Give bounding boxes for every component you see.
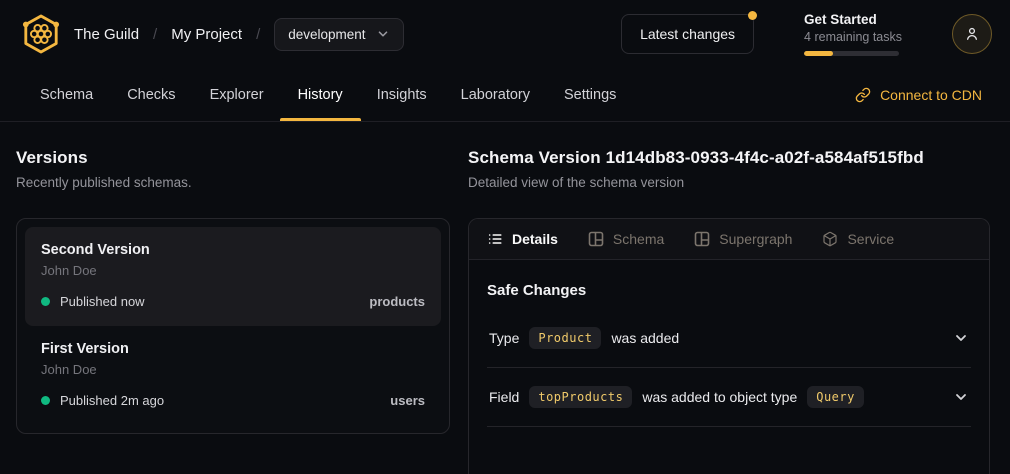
tab-laboratory[interactable]: Laboratory: [461, 68, 530, 121]
version-meta-row: Published now products: [41, 294, 425, 309]
change-code: topProducts: [529, 386, 632, 408]
tab-schema-view[interactable]: Schema: [588, 231, 664, 247]
tab-supergraph[interactable]: Supergraph: [694, 231, 792, 247]
version-published: Published 2m ago: [41, 393, 164, 408]
detail-subtitle: Detailed view of the schema version: [468, 175, 990, 190]
get-started-progress-fill: [804, 51, 833, 56]
change-text: was added to object type: [642, 389, 797, 405]
tab-service[interactable]: Service: [822, 231, 894, 247]
breadcrumb: The Guild / My Project / development: [74, 18, 404, 51]
version-author: John Doe: [41, 263, 425, 278]
notification-dot: [748, 11, 757, 20]
guild-logo-icon[interactable]: [22, 13, 60, 55]
brand: The Guild / My Project / development: [22, 13, 404, 55]
user-icon: [963, 25, 981, 43]
tab-settings[interactable]: Settings: [564, 68, 616, 121]
tab-history[interactable]: History: [298, 68, 343, 121]
service-name: products: [369, 294, 425, 309]
breadcrumb-separator: /: [153, 26, 157, 43]
detail-tabs: Details Schema: [469, 219, 989, 260]
version-list-item[interactable]: Second Version John Doe Published now pr…: [25, 227, 441, 326]
target-selector-value: development: [288, 27, 365, 42]
tab-schema[interactable]: Schema: [40, 68, 93, 121]
app-header: The Guild / My Project / development Lat…: [0, 0, 1010, 68]
version-detail-panel: Schema Version 1d14db83-0933-4f4c-a02f-a…: [468, 148, 990, 474]
nav-tabs: Schema Checks Explorer History Insights …: [40, 68, 616, 121]
main-content: Versions Recently published schemas. Sec…: [0, 122, 1010, 474]
version-published: Published now: [41, 294, 145, 309]
versions-subtitle: Recently published schemas.: [16, 175, 450, 190]
version-author: John Doe: [41, 362, 425, 377]
chevron-down-icon[interactable]: [953, 330, 969, 346]
published-status-dot: [41, 396, 50, 405]
header-right: Latest changes Get Started 4 remaining t…: [621, 12, 992, 56]
published-label: Published 2m ago: [60, 393, 164, 408]
change-row[interactable]: Type Product was added: [487, 309, 971, 368]
chevron-down-icon[interactable]: [953, 389, 969, 405]
published-status-dot: [41, 297, 50, 306]
list-icon: [487, 231, 503, 247]
connect-to-cdn-link[interactable]: Connect to CDN: [855, 87, 982, 103]
breadcrumb-project[interactable]: My Project: [171, 26, 242, 43]
get-started-widget[interactable]: Get Started 4 remaining tasks: [804, 12, 902, 56]
cube-icon: [822, 231, 838, 247]
columns-icon: [694, 231, 710, 247]
version-name: Second Version: [41, 242, 425, 258]
versions-list: Second Version John Doe Published now pr…: [16, 218, 450, 434]
get-started-subtitle: 4 remaining tasks: [804, 30, 902, 44]
tab-details[interactable]: Details: [487, 231, 558, 247]
version-name: First Version: [41, 341, 425, 357]
get-started-progressbar: [804, 51, 899, 56]
user-avatar[interactable]: [952, 14, 992, 54]
versions-title: Versions: [16, 148, 450, 168]
connect-to-cdn-label: Connect to CDN: [880, 87, 982, 103]
tab-details-label: Details: [512, 231, 558, 247]
latest-changes-label: Latest changes: [640, 26, 735, 42]
project-nav: Schema Checks Explorer History Insights …: [0, 68, 1010, 122]
target-selector[interactable]: development: [274, 18, 403, 51]
breadcrumb-separator: /: [256, 26, 260, 43]
change-text: was added: [611, 330, 679, 346]
chevron-down-icon: [376, 27, 390, 41]
change-text: Type: [489, 330, 519, 346]
version-meta-row: Published 2m ago users: [41, 393, 425, 408]
safe-changes-title: Safe Changes: [487, 282, 971, 299]
tab-checks[interactable]: Checks: [127, 68, 175, 121]
link-icon: [855, 87, 871, 103]
versions-panel: Versions Recently published schemas. Sec…: [16, 148, 450, 474]
version-list-item[interactable]: First Version John Doe Published 2m ago …: [25, 326, 441, 425]
service-name: users: [390, 393, 425, 408]
columns-icon: [588, 231, 604, 247]
tab-supergraph-label: Supergraph: [719, 231, 792, 247]
detail-content: Safe Changes Type Product was added Fiel…: [469, 260, 989, 427]
get-started-title: Get Started: [804, 12, 902, 27]
change-row[interactable]: Field topProducts was added to object ty…: [487, 368, 971, 427]
change-text: Field: [489, 389, 519, 405]
breadcrumb-org[interactable]: The Guild: [74, 26, 139, 43]
tab-insights[interactable]: Insights: [377, 68, 427, 121]
tab-explorer[interactable]: Explorer: [210, 68, 264, 121]
tab-service-label: Service: [847, 231, 894, 247]
tab-schema-view-label: Schema: [613, 231, 664, 247]
change-code: Product: [529, 327, 601, 349]
detail-title: Schema Version 1d14db83-0933-4f4c-a02f-a…: [468, 148, 990, 168]
latest-changes-button[interactable]: Latest changes: [621, 14, 754, 54]
published-label: Published now: [60, 294, 145, 309]
change-code: Query: [807, 386, 864, 408]
version-detail-box: Details Schema: [468, 218, 990, 474]
